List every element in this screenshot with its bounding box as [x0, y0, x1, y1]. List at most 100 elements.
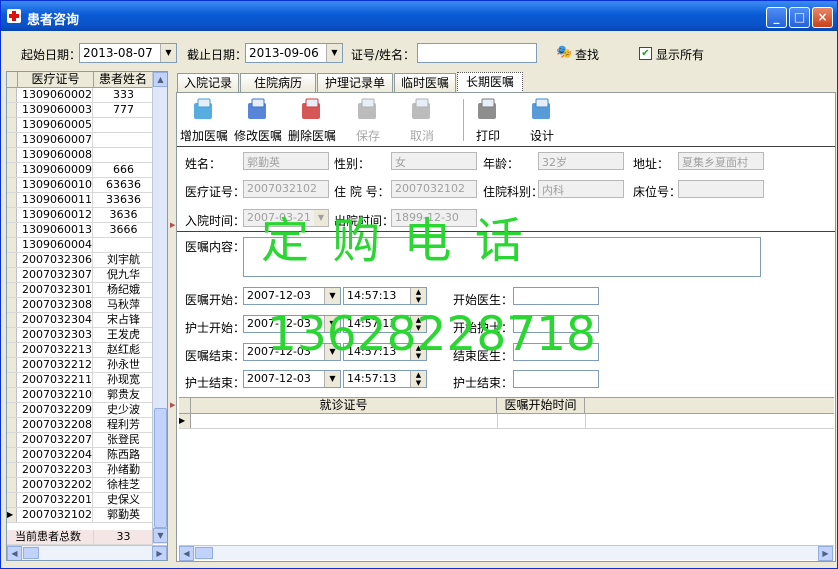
order-start-date[interactable]: 2007-12-03 ▼: [243, 287, 341, 305]
title-bar[interactable]: 患者咨询 _ □ ×: [1, 1, 837, 31]
table-row[interactable]: 2007032209 史少波: [7, 403, 153, 418]
table-row[interactable]: 2007032306 刘宇航: [7, 253, 153, 268]
search-button[interactable]: 查找: [575, 46, 599, 63]
order-end-date[interactable]: 2007-12-03 ▼: [243, 343, 341, 361]
table-row[interactable]: 1309060012 3636: [7, 208, 153, 223]
order-content-field[interactable]: [243, 237, 761, 277]
tool-button-1[interactable]: 修改医嘱: [231, 97, 285, 145]
table-row[interactable]: 1309060004: [7, 238, 153, 253]
nurse-end-time[interactable]: 14:57:13 ▲ ▼: [343, 370, 427, 388]
table-row[interactable]: 2007032210 郭贵友: [7, 388, 153, 403]
scroll-right-icon[interactable]: ▶: [152, 546, 167, 560]
spin-icon[interactable]: ▲ ▼: [410, 371, 426, 387]
table-row[interactable]: 2007032213 赵红彪: [7, 343, 153, 358]
tool-button-6[interactable]: 设计: [515, 97, 569, 145]
column-header-visit-id[interactable]: 就诊证号: [191, 398, 497, 414]
chevron-down-icon[interactable]: ▼: [160, 44, 176, 62]
table-row[interactable]: 1309060003 777: [7, 103, 153, 118]
tool-button-2[interactable]: 删除医嘱: [285, 97, 339, 145]
total-value: 33: [116, 530, 131, 543]
scroll-left-icon[interactable]: ◀: [7, 546, 22, 560]
patient-list-scrollbar[interactable]: ▲ ▼: [152, 72, 167, 544]
start-date-picker[interactable]: 2013-08-07 ▼: [79, 43, 177, 63]
id-name-input[interactable]: [417, 43, 537, 63]
scroll-down-icon[interactable]: ▼: [153, 528, 167, 543]
end-doctor-field[interactable]: [513, 343, 599, 361]
table-row[interactable]: 2007032303 王发虎: [7, 328, 153, 343]
column-header-patient-name[interactable]: 患者姓名: [94, 72, 153, 88]
column-header-order-start-time[interactable]: 医嘱开始时间: [497, 398, 585, 414]
nurse-start-time[interactable]: 14:57:13 ▲ ▼: [343, 315, 427, 333]
chevron-down-icon[interactable]: ▼: [324, 288, 340, 304]
tab-0[interactable]: 入院记录: [177, 73, 239, 93]
end-nurse-field[interactable]: [513, 370, 599, 388]
table-row[interactable]: 2007032211 孙现宽: [7, 373, 153, 388]
table-row[interactable]: 2007032307 倪九华: [7, 268, 153, 283]
table-row[interactable]: 1309060009 666: [7, 163, 153, 178]
table-row[interactable]: 1309060010 63636: [7, 178, 153, 193]
order-grid-hscroll[interactable]: ◀ ▶: [179, 545, 834, 561]
table-row[interactable]: 1309060005: [7, 118, 153, 133]
binoculars-icon[interactable]: 🎭: [556, 45, 572, 60]
table-row[interactable]: ▶ 2007032102 郭勤英: [7, 508, 153, 523]
table-row[interactable]: 2007032202 徐桂芝: [7, 478, 153, 493]
tool-button-5[interactable]: 打印: [461, 97, 515, 145]
medical-cross-icon: [7, 9, 21, 23]
table-row[interactable]: 2007032201 史保义: [7, 493, 153, 508]
splitter-arrow-icon[interactable]: ▶: [170, 401, 175, 409]
tool-button-0[interactable]: 增加医嘱: [177, 97, 231, 145]
table-row[interactable]: 2007032308 马秋萍: [7, 298, 153, 313]
cell-patient-name: 赵红彪: [107, 343, 140, 356]
table-row[interactable]: 2007032203 孙绪勤: [7, 463, 153, 478]
row-header: [7, 448, 17, 462]
order-grid-row[interactable]: ▶: [179, 414, 834, 429]
tab-3[interactable]: 临时医嘱: [394, 73, 456, 93]
chevron-down-icon[interactable]: ▼: [324, 344, 340, 360]
spin-icon[interactable]: ▲ ▼: [410, 288, 426, 304]
start-doctor-field[interactable]: [513, 287, 599, 305]
table-row[interactable]: 1309060011 33636: [7, 193, 153, 208]
table-row[interactable]: 2007032204 陈西路: [7, 448, 153, 463]
tab-2[interactable]: 护理记录单: [317, 73, 393, 93]
cell-med-id: 2007032207: [18, 433, 93, 447]
spin-icon[interactable]: ▲ ▼: [410, 316, 426, 332]
scroll-thumb[interactable]: [154, 408, 167, 528]
maximize-button[interactable]: □: [789, 7, 810, 28]
table-row[interactable]: 2007032207 张登民: [7, 433, 153, 448]
table-row[interactable]: 1309060002 333: [7, 88, 153, 103]
tool-button-4[interactable]: 取消: [395, 97, 449, 145]
table-row[interactable]: 2007032212 孙永世: [7, 358, 153, 373]
tab-4[interactable]: 长期医嘱: [457, 72, 523, 93]
nurse-start-date[interactable]: 2007-12-03 ▼: [243, 315, 341, 333]
order-start-time[interactable]: 14:57:13 ▲ ▼: [343, 287, 427, 305]
end-date-picker[interactable]: 2013-09-06 ▼: [245, 43, 343, 63]
close-button[interactable]: ×: [812, 7, 833, 28]
chevron-down-icon[interactable]: ▼: [324, 316, 340, 332]
splitter-arrow-icon[interactable]: ▶: [170, 221, 175, 229]
tab-1[interactable]: 住院病历: [240, 73, 316, 93]
chevron-down-icon[interactable]: ▼: [324, 371, 340, 387]
start-nurse-field[interactable]: [513, 315, 599, 333]
patient-list-hscroll[interactable]: ◀ ▶: [7, 545, 167, 560]
spin-icon[interactable]: ▲ ▼: [410, 344, 426, 360]
tool-button-3[interactable]: 保存: [341, 97, 395, 145]
nurse-end-date[interactable]: 2007-12-03 ▼: [243, 370, 341, 388]
hscroll-thumb[interactable]: [23, 547, 39, 559]
table-row[interactable]: 2007032304 宋占锋: [7, 313, 153, 328]
table-row[interactable]: 1309060008: [7, 148, 153, 163]
table-row[interactable]: 1309060007: [7, 133, 153, 148]
column-header-med-id[interactable]: 医疗证号: [18, 72, 94, 88]
show-all-checkbox[interactable]: ✔: [639, 47, 652, 60]
table-row[interactable]: 1309060013 3666: [7, 223, 153, 238]
row-header: [7, 343, 17, 357]
table-row[interactable]: 2007032208 程利芳: [7, 418, 153, 433]
chevron-down-icon[interactable]: ▼: [326, 44, 342, 62]
order-end-time[interactable]: 14:57:13 ▲ ▼: [343, 343, 427, 361]
hscroll-thumb[interactable]: [195, 547, 213, 559]
minimize-button[interactable]: _: [766, 7, 787, 28]
table-row[interactable]: 2007032301 杨纪娥: [7, 283, 153, 298]
scroll-left-icon[interactable]: ◀: [179, 546, 194, 561]
med-id-field: 2007032102: [243, 180, 329, 198]
scroll-right-icon[interactable]: ▶: [818, 546, 833, 561]
scroll-up-icon[interactable]: ▲: [153, 72, 167, 87]
